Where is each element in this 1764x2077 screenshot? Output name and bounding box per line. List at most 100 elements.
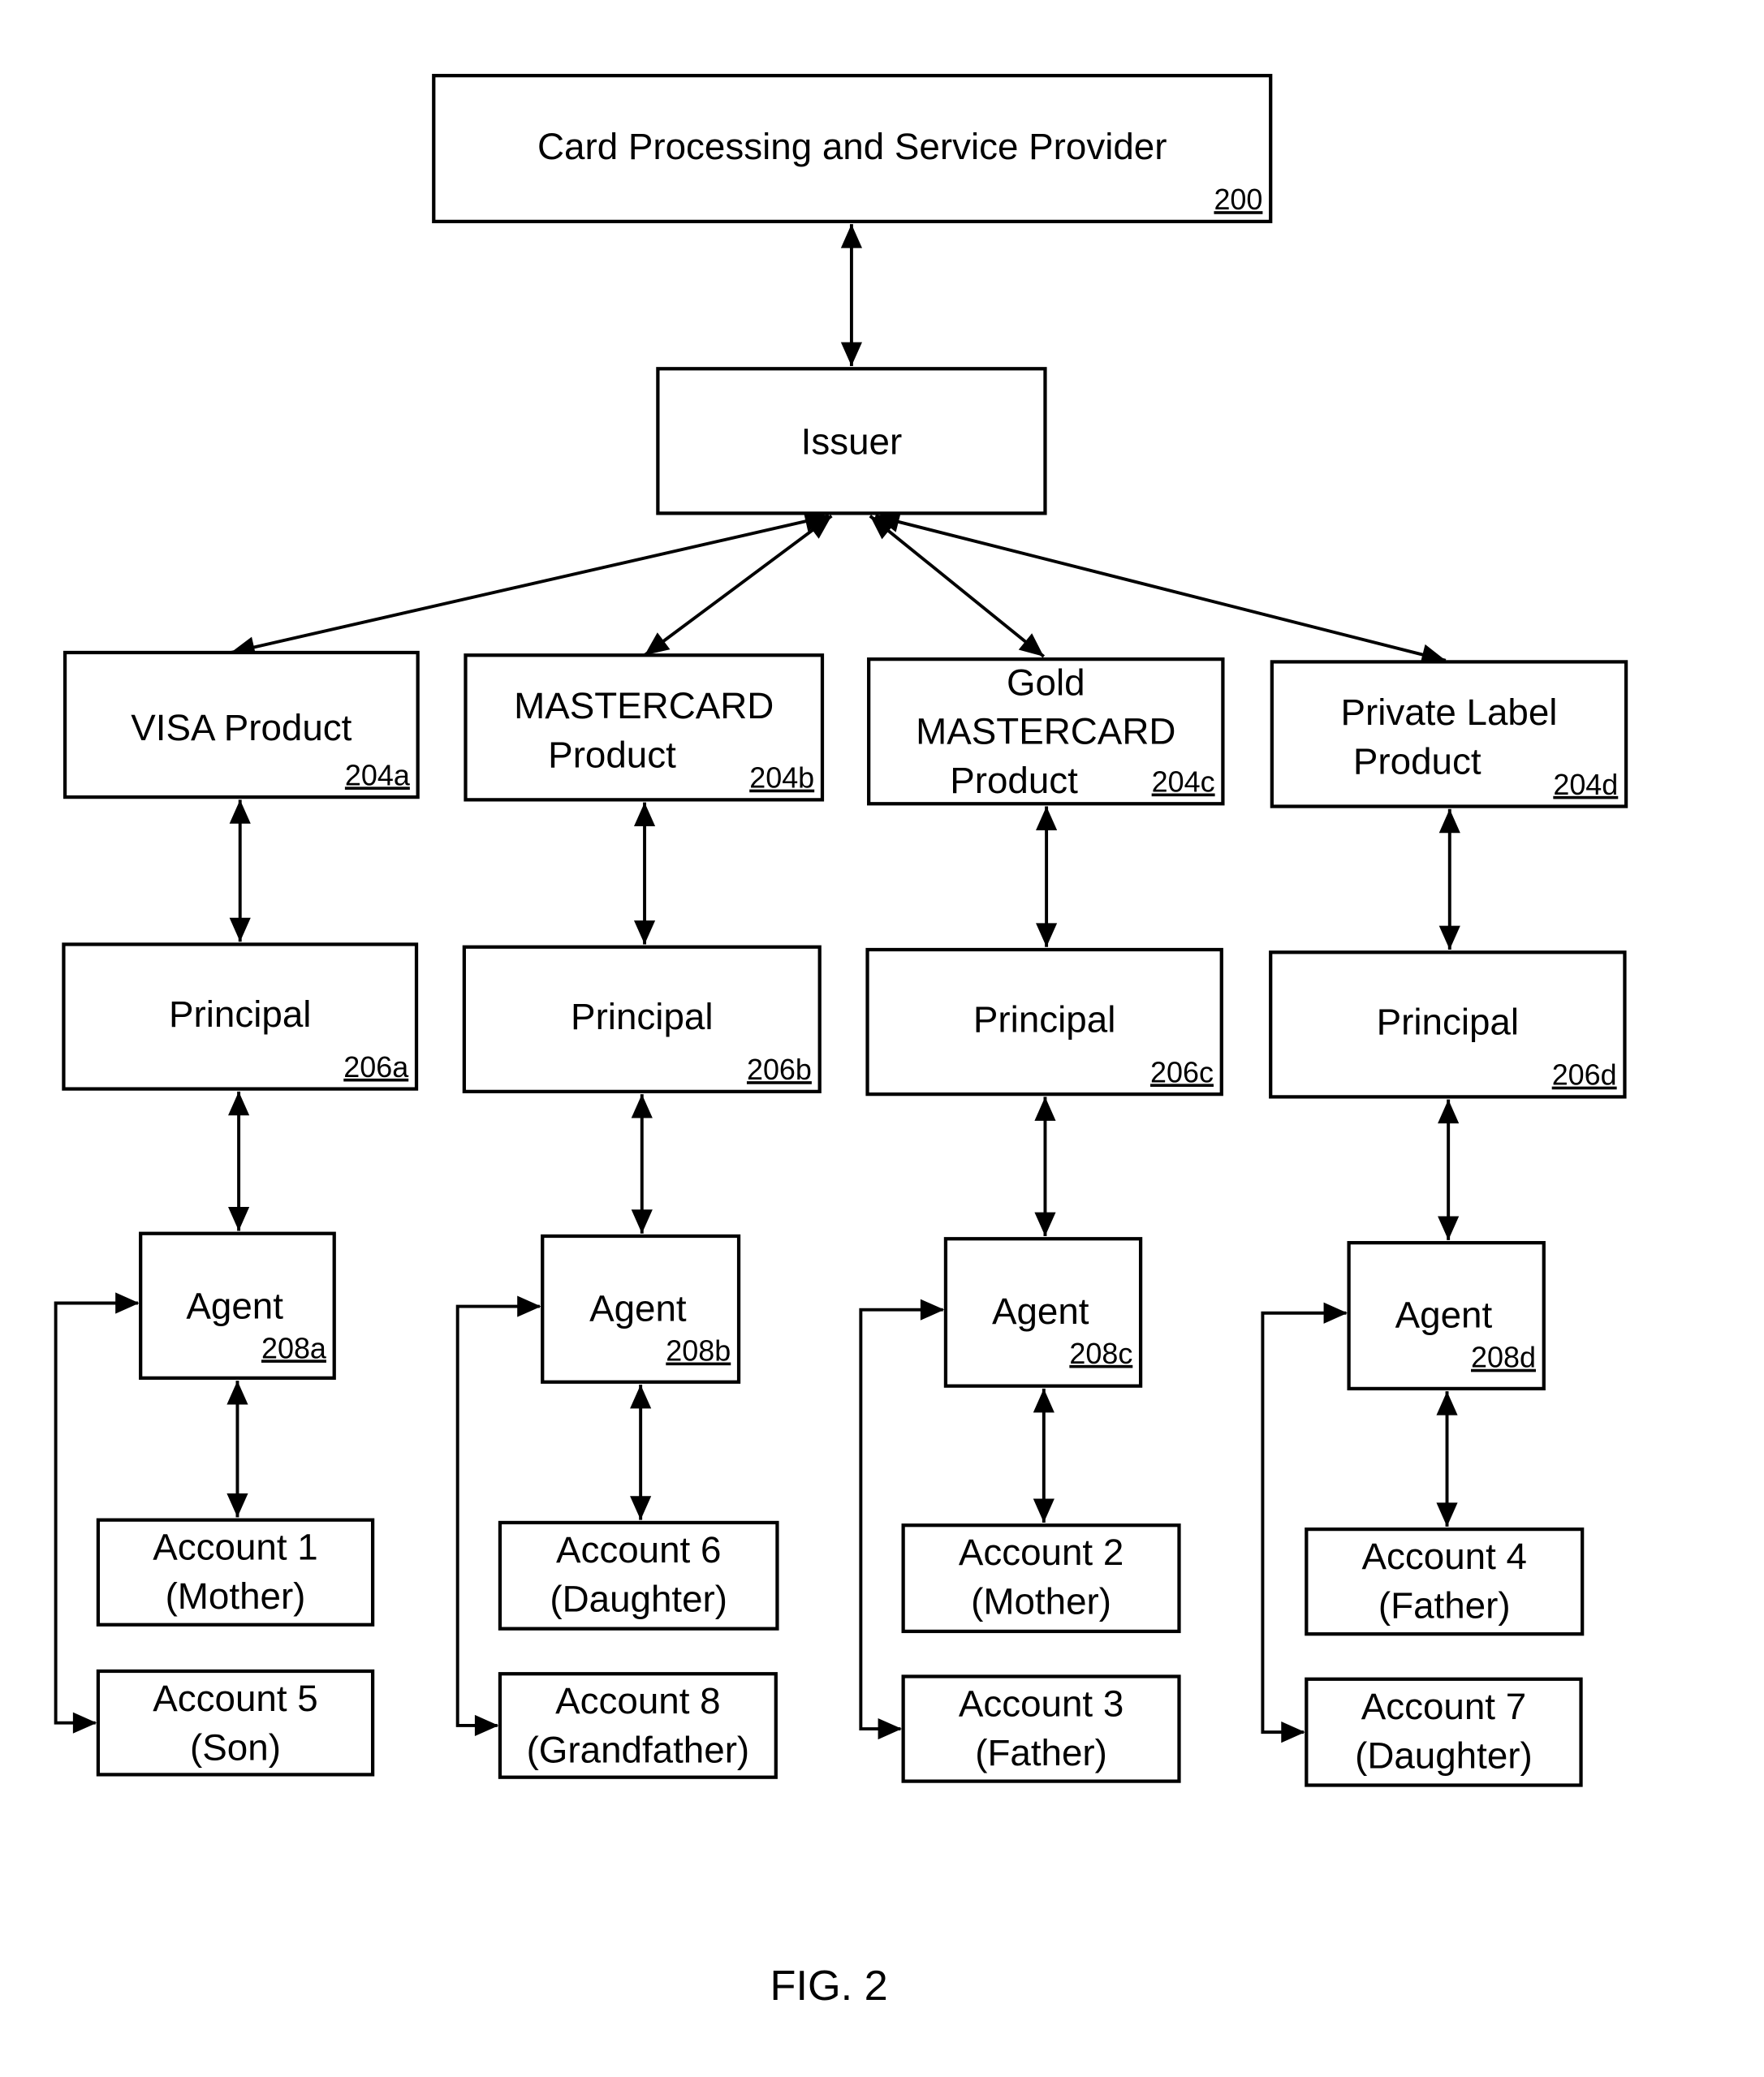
product-node-4-reference-number: 204d: [1553, 768, 1618, 801]
product-principal-connector-2-arrowhead-start: [633, 802, 656, 827]
agent-loop-connector-2-arrowhead-agent: [517, 1295, 541, 1317]
agent-node-1: Agent 208a: [139, 1231, 336, 1380]
product-node-3: Gold MASTERCARD Product 204c: [867, 657, 1225, 806]
agent-node-3-label-line: Agent: [992, 1291, 1089, 1332]
product-node-2-label-line: MASTERCARD: [514, 685, 774, 726]
product-principal-connector-2-arrowhead-end: [633, 920, 656, 945]
product-principal-connector-1-arrowhead-start: [229, 799, 251, 824]
provider-node: Card Processing and Service Provider 200: [432, 74, 1273, 224]
figure-caption: FIG. 2: [770, 1963, 888, 2010]
agent-account-connector-1-arrowhead-end: [226, 1493, 248, 1518]
agent-loop-connector-1-arrowhead-account: [72, 1712, 97, 1734]
agent-account-connector-3-arrowhead-end: [1033, 1498, 1055, 1523]
provider-issuer-connector-arrowhead-start: [840, 224, 862, 248]
principal-node-3: Principal 206c: [865, 947, 1223, 1097]
product-node-4-label-line: Product: [1353, 740, 1482, 782]
accounts-secondary-node-4-label-line: (Daughter): [1355, 1734, 1533, 1776]
principal-node-3-label-line: Principal: [973, 998, 1115, 1040]
principal-agent-connector-2-arrowhead-end: [631, 1209, 653, 1234]
principal-node-2-label-line: Principal: [571, 996, 713, 1037]
accounts-secondary-node-4: Account 7 (Daughter): [1305, 1677, 1583, 1787]
accounts-secondary-node-3-label-line: (Father): [975, 1732, 1107, 1773]
agent-node-4-label-line: Agent: [1395, 1295, 1493, 1336]
accounts-secondary-node-1: Account 5 (Son): [96, 1669, 375, 1777]
agent-node-1-reference-number: 208a: [261, 1331, 326, 1364]
product-node-2-reference-number: 204b: [749, 761, 814, 795]
agent-loop-connector-4-arrowhead-agent: [1323, 1302, 1348, 1324]
provider-node-reference-number: 200: [1214, 183, 1262, 216]
principal-node-2-reference-number: 206b: [747, 1053, 812, 1086]
accounts-primary-node-1: Account 1 (Mother): [96, 1518, 375, 1627]
accounts-primary-node-2-label-line: Account 6: [556, 1529, 721, 1571]
product-node-1-label-line: VISA Product: [131, 707, 352, 748]
product-node-4-label-line: Private Label: [1340, 692, 1557, 733]
accounts-primary-node-3-label-line: (Mother): [971, 1581, 1111, 1622]
principal-node-4-label-line: Principal: [1377, 1002, 1519, 1043]
accounts-primary-node-3-label-line: Account 2: [959, 1532, 1124, 1573]
product-principal-connector-4-arrowhead-end: [1438, 925, 1460, 950]
accounts-primary-node-2-label-line: (Daughter): [550, 1578, 727, 1619]
issuer-product-connector-2-arrowhead-end: [645, 632, 671, 656]
product-principal-connector-1-arrowhead-end: [229, 917, 251, 942]
agent-account-connector-3-arrowhead-start: [1033, 1388, 1055, 1413]
product-principal-connector-4-arrowhead-start: [1438, 808, 1460, 834]
product-node-2-label-line: Product: [548, 734, 676, 775]
accounts-primary-node-1-label-line: Account 1: [153, 1527, 317, 1568]
agent-node-2: Agent 208b: [541, 1234, 741, 1384]
accounts-primary-node-2: Account 6 (Daughter): [498, 1520, 779, 1631]
accounts-primary-node-4-label-line: (Father): [1378, 1585, 1511, 1627]
accounts-secondary-node-1-label-line: Account 5: [153, 1678, 317, 1719]
principal-node-4-reference-number: 206d: [1552, 1058, 1617, 1092]
issuer-product-connector-3-arrowhead-end: [1018, 633, 1044, 657]
product-node-4: Private Label Product 204d: [1270, 660, 1628, 808]
principal-agent-connector-1-arrowhead-end: [228, 1207, 250, 1231]
principal-node-4: Principal 206d: [1269, 950, 1627, 1099]
agent-loop-connector-3-arrowhead-agent: [920, 1299, 945, 1321]
accounts-primary-node-4-label-line: Account 4: [1362, 1536, 1527, 1577]
principal-agent-connector-1-arrowhead-start: [228, 1091, 250, 1116]
agent-node-2-label-line: Agent: [589, 1288, 687, 1329]
provider-issuer-connector-arrowhead-end: [840, 342, 862, 367]
principal-node-1-label-line: Principal: [169, 993, 311, 1035]
provider-node-label-line: Card Processing and Service Provider: [537, 126, 1167, 167]
agent-account-connector-2-arrowhead-start: [630, 1385, 652, 1409]
product-node-3-label-line: MASTERCARD: [916, 711, 1175, 752]
principal-node-1-reference-number: 206a: [343, 1050, 408, 1084]
nodes: Card Processing and Service Provider 200 I…: [62, 74, 1628, 1787]
agent-loop-connector-4-arrowhead-account: [1281, 1721, 1305, 1743]
principal-node-3-reference-number: 206c: [1150, 1055, 1214, 1088]
accounts-secondary-node-2-label-line: Account 8: [555, 1680, 720, 1721]
agent-account-connector-4-arrowhead-end: [1436, 1502, 1458, 1527]
agent-loop-connector-3-arrowhead-account: [878, 1717, 903, 1740]
accounts-secondary-node-3: Account 3 (Father): [901, 1674, 1181, 1783]
accounts-primary-node-1-label-line: (Mother): [166, 1575, 306, 1617]
product-node-1: VISA Product 204a: [63, 650, 420, 799]
agent-node-4-reference-number: 208d: [1471, 1341, 1536, 1374]
agent-account-connector-2-arrowhead-end: [630, 1496, 652, 1520]
product-node-3-label-line: Product: [950, 760, 1078, 801]
principal-agent-connector-4-arrowhead-start: [1438, 1099, 1460, 1124]
product-node-3-reference-number: 204c: [1152, 765, 1215, 799]
accounts-primary-node-3: Account 2 (Mother): [901, 1523, 1181, 1634]
principal-node-2: Principal 206b: [462, 945, 822, 1093]
agent-node-4: Agent 208d: [1347, 1241, 1546, 1391]
principal-agent-connector-4-arrowhead-end: [1438, 1216, 1460, 1240]
accounts-secondary-node-2: Account 8 (Grandfather): [498, 1672, 778, 1779]
agent-node-3-reference-number: 208c: [1069, 1337, 1132, 1370]
agent-loop-connector-2: [455, 1304, 540, 1727]
product-node-1-reference-number: 204a: [345, 758, 410, 791]
agent-loop-connector-4: [1261, 1311, 1347, 1734]
agent-account-connector-1-arrowhead-start: [226, 1381, 248, 1405]
agent-node-2-reference-number: 208b: [666, 1334, 731, 1368]
principal-agent-connector-3-arrowhead-start: [1034, 1097, 1056, 1121]
agent-loop-connector-1: [54, 1301, 138, 1725]
accounts-primary-node-4: Account 4 (Father): [1305, 1527, 1585, 1636]
principal-agent-connector-3-arrowhead-end: [1034, 1212, 1056, 1236]
accounts-secondary-node-1-label-line: (Son): [190, 1726, 281, 1768]
issuer-node-label-line: Issuer: [801, 421, 903, 463]
card-hierarchy-diagram: Card Processing and Service Provider 200 I…: [54, 74, 1628, 2010]
product-principal-connector-3-arrowhead-start: [1036, 806, 1058, 830]
product-node-2: MASTERCARD Product 204b: [464, 653, 825, 802]
agent-node-3: Agent 208c: [943, 1237, 1143, 1388]
agent-loop-connector-3: [859, 1308, 943, 1731]
